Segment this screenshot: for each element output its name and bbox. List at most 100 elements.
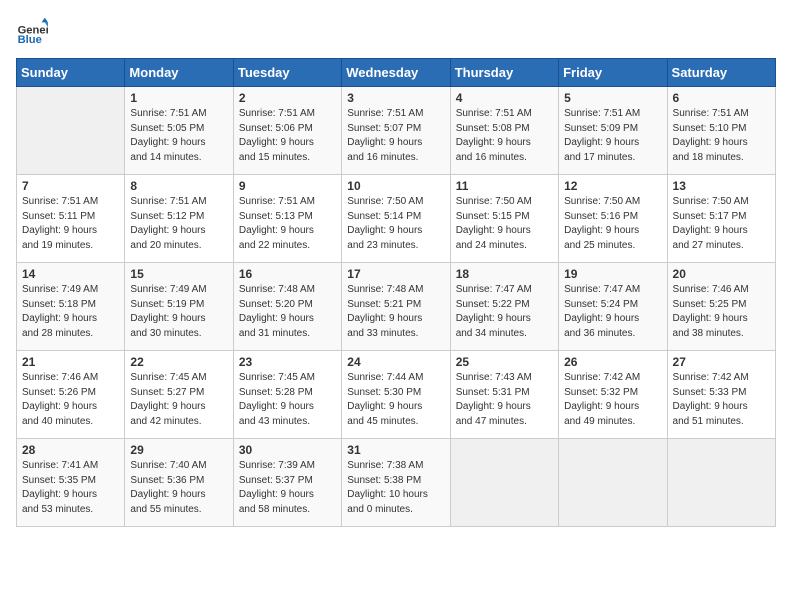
day-number: 12 bbox=[564, 179, 661, 193]
day-number: 30 bbox=[239, 443, 336, 457]
day-detail: Sunrise: 7:46 AM Sunset: 5:25 PM Dayligh… bbox=[673, 283, 770, 341]
day-number: 4 bbox=[456, 91, 553, 105]
day-number: 17 bbox=[347, 267, 444, 281]
day-number: 7 bbox=[22, 179, 119, 193]
day-detail: Sunrise: 7:49 AM Sunset: 5:19 PM Dayligh… bbox=[130, 283, 227, 341]
calendar-cell: 10 Sunrise: 7:50 AM Sunset: 5:14 PM Dayli… bbox=[342, 175, 450, 263]
calendar-cell: 13 Sunrise: 7:50 AM Sunset: 5:17 PM Dayli… bbox=[667, 175, 775, 263]
calendar-cell: 2 Sunrise: 7:51 AM Sunset: 5:06 PM Daylig… bbox=[233, 87, 341, 175]
day-detail: Sunrise: 7:45 AM Sunset: 5:27 PM Dayligh… bbox=[130, 371, 227, 429]
day-number: 3 bbox=[347, 91, 444, 105]
day-number: 18 bbox=[456, 267, 553, 281]
day-number: 25 bbox=[456, 355, 553, 369]
day-detail: Sunrise: 7:42 AM Sunset: 5:33 PM Dayligh… bbox=[673, 371, 770, 429]
day-number: 23 bbox=[239, 355, 336, 369]
calendar-cell: 17 Sunrise: 7:48 AM Sunset: 5:21 PM Dayli… bbox=[342, 263, 450, 351]
day-number: 20 bbox=[673, 267, 770, 281]
calendar-cell: 18 Sunrise: 7:47 AM Sunset: 5:22 PM Dayli… bbox=[450, 263, 558, 351]
col-header-thursday: Thursday bbox=[450, 59, 558, 87]
day-detail: Sunrise: 7:51 AM Sunset: 5:09 PM Dayligh… bbox=[564, 107, 661, 165]
calendar-cell bbox=[17, 87, 125, 175]
day-number: 26 bbox=[564, 355, 661, 369]
day-detail: Sunrise: 7:50 AM Sunset: 5:16 PM Dayligh… bbox=[564, 195, 661, 253]
calendar-cell: 19 Sunrise: 7:47 AM Sunset: 5:24 PM Dayli… bbox=[559, 263, 667, 351]
day-number: 10 bbox=[347, 179, 444, 193]
calendar-cell bbox=[450, 439, 558, 527]
day-detail: Sunrise: 7:50 AM Sunset: 5:15 PM Dayligh… bbox=[456, 195, 553, 253]
day-detail: Sunrise: 7:46 AM Sunset: 5:26 PM Dayligh… bbox=[22, 371, 119, 429]
day-number: 14 bbox=[22, 267, 119, 281]
day-detail: Sunrise: 7:47 AM Sunset: 5:22 PM Dayligh… bbox=[456, 283, 553, 341]
day-detail: Sunrise: 7:44 AM Sunset: 5:30 PM Dayligh… bbox=[347, 371, 444, 429]
day-number: 11 bbox=[456, 179, 553, 193]
day-detail: Sunrise: 7:49 AM Sunset: 5:18 PM Dayligh… bbox=[22, 283, 119, 341]
day-number: 21 bbox=[22, 355, 119, 369]
calendar-table: SundayMondayTuesdayWednesdayThursdayFrid… bbox=[16, 58, 776, 527]
day-number: 16 bbox=[239, 267, 336, 281]
calendar-cell: 1 Sunrise: 7:51 AM Sunset: 5:05 PM Daylig… bbox=[125, 87, 233, 175]
calendar-cell: 31 Sunrise: 7:38 AM Sunset: 5:38 PM Dayli… bbox=[342, 439, 450, 527]
col-header-wednesday: Wednesday bbox=[342, 59, 450, 87]
day-detail: Sunrise: 7:45 AM Sunset: 5:28 PM Dayligh… bbox=[239, 371, 336, 429]
calendar-cell: 4Sunrise: 7:51 AM Sunset: 5:08 PM Daylig… bbox=[450, 87, 558, 175]
col-header-monday: Monday bbox=[125, 59, 233, 87]
col-header-tuesday: Tuesday bbox=[233, 59, 341, 87]
day-detail: Sunrise: 7:51 AM Sunset: 5:10 PM Dayligh… bbox=[673, 107, 770, 165]
day-detail: Sunrise: 7:38 AM Sunset: 5:38 PM Dayligh… bbox=[347, 459, 444, 517]
day-detail: Sunrise: 7:50 AM Sunset: 5:14 PM Dayligh… bbox=[347, 195, 444, 253]
calendar-cell: 8 Sunrise: 7:51 AM Sunset: 5:12 PM Daylig… bbox=[125, 175, 233, 263]
day-detail: Sunrise: 7:50 AM Sunset: 5:17 PM Dayligh… bbox=[673, 195, 770, 253]
day-number: 27 bbox=[673, 355, 770, 369]
day-detail: Sunrise: 7:51 AM Sunset: 5:13 PM Dayligh… bbox=[239, 195, 336, 253]
calendar-cell: 14 Sunrise: 7:49 AM Sunset: 5:18 PM Dayli… bbox=[17, 263, 125, 351]
calendar-cell: 21 Sunrise: 7:46 AM Sunset: 5:26 PM Dayli… bbox=[17, 351, 125, 439]
calendar-cell: 7Sunrise: 7:51 AM Sunset: 5:11 PM Daylig… bbox=[17, 175, 125, 263]
calendar-cell: 6Sunrise: 7:51 AM Sunset: 5:10 PM Daylig… bbox=[667, 87, 775, 175]
day-detail: Sunrise: 7:43 AM Sunset: 5:31 PM Dayligh… bbox=[456, 371, 553, 429]
calendar-cell: 12 Sunrise: 7:50 AM Sunset: 5:16 PM Dayli… bbox=[559, 175, 667, 263]
col-header-friday: Friday bbox=[559, 59, 667, 87]
logo-icon: General Blue bbox=[16, 16, 48, 48]
day-number: 2 bbox=[239, 91, 336, 105]
calendar-cell: 24 Sunrise: 7:44 AM Sunset: 5:30 PM Dayli… bbox=[342, 351, 450, 439]
calendar-cell: 25 Sunrise: 7:43 AM Sunset: 5:31 PM Dayli… bbox=[450, 351, 558, 439]
calendar-cell: 26 Sunrise: 7:42 AM Sunset: 5:32 PM Dayli… bbox=[559, 351, 667, 439]
day-number: 15 bbox=[130, 267, 227, 281]
calendar-cell: 22 Sunrise: 7:45 AM Sunset: 5:27 PM Dayli… bbox=[125, 351, 233, 439]
day-number: 8 bbox=[130, 179, 227, 193]
day-number: 28 bbox=[22, 443, 119, 457]
day-detail: Sunrise: 7:41 AM Sunset: 5:35 PM Dayligh… bbox=[22, 459, 119, 517]
calendar-cell: 3 Sunrise: 7:51 AM Sunset: 5:07 PM Daylig… bbox=[342, 87, 450, 175]
page-header: General Blue bbox=[16, 16, 776, 48]
col-header-saturday: Saturday bbox=[667, 59, 775, 87]
day-detail: Sunrise: 7:51 AM Sunset: 5:07 PM Dayligh… bbox=[347, 107, 444, 165]
day-number: 22 bbox=[130, 355, 227, 369]
day-detail: Sunrise: 7:48 AM Sunset: 5:20 PM Dayligh… bbox=[239, 283, 336, 341]
day-detail: Sunrise: 7:51 AM Sunset: 5:06 PM Dayligh… bbox=[239, 107, 336, 165]
day-number: 19 bbox=[564, 267, 661, 281]
calendar-cell: 11 Sunrise: 7:50 AM Sunset: 5:15 PM Dayli… bbox=[450, 175, 558, 263]
calendar-cell: 15 Sunrise: 7:49 AM Sunset: 5:19 PM Dayli… bbox=[125, 263, 233, 351]
day-number: 9 bbox=[239, 179, 336, 193]
day-number: 5 bbox=[564, 91, 661, 105]
day-number: 31 bbox=[347, 443, 444, 457]
day-detail: Sunrise: 7:51 AM Sunset: 5:05 PM Dayligh… bbox=[130, 107, 227, 165]
logo: General Blue bbox=[16, 16, 48, 48]
day-number: 24 bbox=[347, 355, 444, 369]
day-detail: Sunrise: 7:51 AM Sunset: 5:12 PM Dayligh… bbox=[130, 195, 227, 253]
calendar-cell: 23 Sunrise: 7:45 AM Sunset: 5:28 PM Dayli… bbox=[233, 351, 341, 439]
day-detail: Sunrise: 7:42 AM Sunset: 5:32 PM Dayligh… bbox=[564, 371, 661, 429]
calendar-cell: 16 Sunrise: 7:48 AM Sunset: 5:20 PM Dayli… bbox=[233, 263, 341, 351]
svg-text:Blue: Blue bbox=[18, 34, 42, 46]
day-number: 13 bbox=[673, 179, 770, 193]
day-detail: Sunrise: 7:39 AM Sunset: 5:37 PM Dayligh… bbox=[239, 459, 336, 517]
day-detail: Sunrise: 7:48 AM Sunset: 5:21 PM Dayligh… bbox=[347, 283, 444, 341]
calendar-cell: 28 Sunrise: 7:41 AM Sunset: 5:35 PM Dayli… bbox=[17, 439, 125, 527]
day-detail: Sunrise: 7:47 AM Sunset: 5:24 PM Dayligh… bbox=[564, 283, 661, 341]
day-detail: Sunrise: 7:40 AM Sunset: 5:36 PM Dayligh… bbox=[130, 459, 227, 517]
col-header-sunday: Sunday bbox=[17, 59, 125, 87]
calendar-cell bbox=[667, 439, 775, 527]
calendar-cell: 9 Sunrise: 7:51 AM Sunset: 5:13 PM Daylig… bbox=[233, 175, 341, 263]
day-number: 1 bbox=[130, 91, 227, 105]
calendar-cell: 20 Sunrise: 7:46 AM Sunset: 5:25 PM Dayli… bbox=[667, 263, 775, 351]
